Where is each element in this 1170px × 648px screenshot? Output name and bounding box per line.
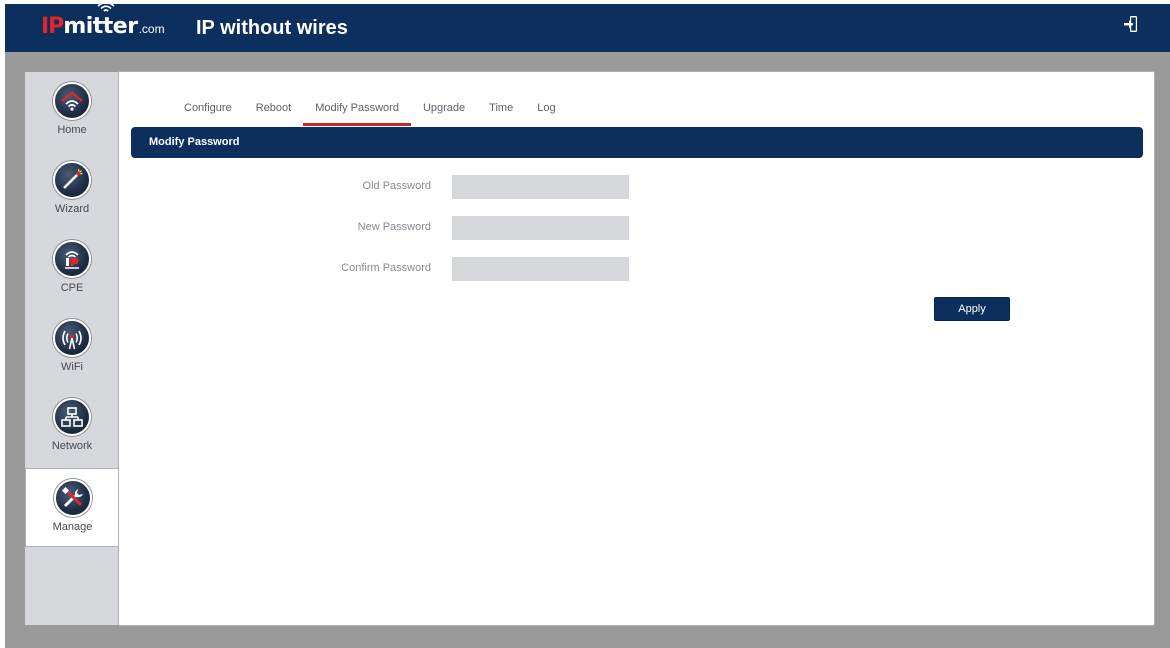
sidebar: Home Wizard CPE WiFi Network Manage — [25, 72, 119, 625]
sidebar-item-label: WiFi — [61, 361, 83, 373]
tab-configure[interactable]: Configure — [172, 100, 244, 126]
sidebar-item-cpe[interactable]: CPE — [25, 230, 119, 308]
app-header: IP mitter .com IP without wires — [5, 1, 1170, 52]
logo-wifi-icon — [97, 1, 115, 12]
logout-icon[interactable] — [1124, 15, 1138, 33]
sidebar-item-manage[interactable]: Manage — [25, 468, 119, 547]
tab-log[interactable]: Log — [525, 100, 567, 126]
old-password-row: Old Password — [119, 175, 639, 199]
logo-com-text: .com — [138, 22, 165, 36]
tab-time[interactable]: Time — [477, 100, 525, 126]
new-password-label: New Password — [357, 221, 431, 233]
confirm-password-row: Confirm Password — [119, 257, 639, 281]
sidebar-item-wizard[interactable]: Wizard — [25, 151, 119, 229]
sidebar-item-label: Network — [51, 440, 93, 452]
logo-mitter-label: mitter — [63, 14, 138, 39]
old-password-input[interactable] — [452, 175, 629, 199]
tab-upgrade[interactable]: Upgrade — [411, 100, 477, 126]
tab-modify-password[interactable]: Modify Password — [303, 100, 411, 126]
ipmitter-cpe-icon — [53, 240, 91, 278]
sidebar-item-label: CPE — [60, 282, 84, 294]
section-title-bar: Modify Password — [131, 127, 1143, 158]
wifi-antenna-icon — [53, 319, 91, 357]
tab-reboot[interactable]: Reboot — [244, 100, 303, 126]
new-password-input[interactable] — [452, 216, 629, 240]
confirm-password-input[interactable] — [452, 257, 629, 281]
content-panel: Configure Reboot Modify Password Upgrade… — [118, 71, 1155, 626]
apply-button[interactable]: Apply — [934, 297, 1010, 321]
confirm-password-label: Confirm Password — [341, 262, 431, 274]
sidebar-item-wifi[interactable]: WiFi — [25, 309, 119, 387]
sidebar-item-label: Wizard — [54, 203, 90, 215]
old-password-label: Old Password — [362, 180, 431, 192]
sidebar-item-label: Manage — [52, 521, 93, 533]
tools-icon — [53, 479, 92, 517]
logo-mitter-text: mitter — [63, 1, 138, 39]
home-wifi-icon — [53, 82, 91, 120]
ipmitter-logo: IP mitter .com — [41, 1, 165, 46]
sidebar-item-home[interactable]: Home — [25, 72, 119, 150]
manage-tabs: Configure Reboot Modify Password Upgrade… — [172, 100, 568, 128]
sidebar-item-network[interactable]: Network — [25, 388, 119, 466]
sidebar-item-label: Home — [57, 124, 87, 136]
magic-wand-icon — [53, 161, 91, 199]
header-tagline: IP without wires — [196, 17, 348, 39]
new-password-row: New Password — [119, 216, 639, 240]
network-icon — [53, 398, 91, 436]
logo-ip-text: IP — [41, 14, 64, 39]
